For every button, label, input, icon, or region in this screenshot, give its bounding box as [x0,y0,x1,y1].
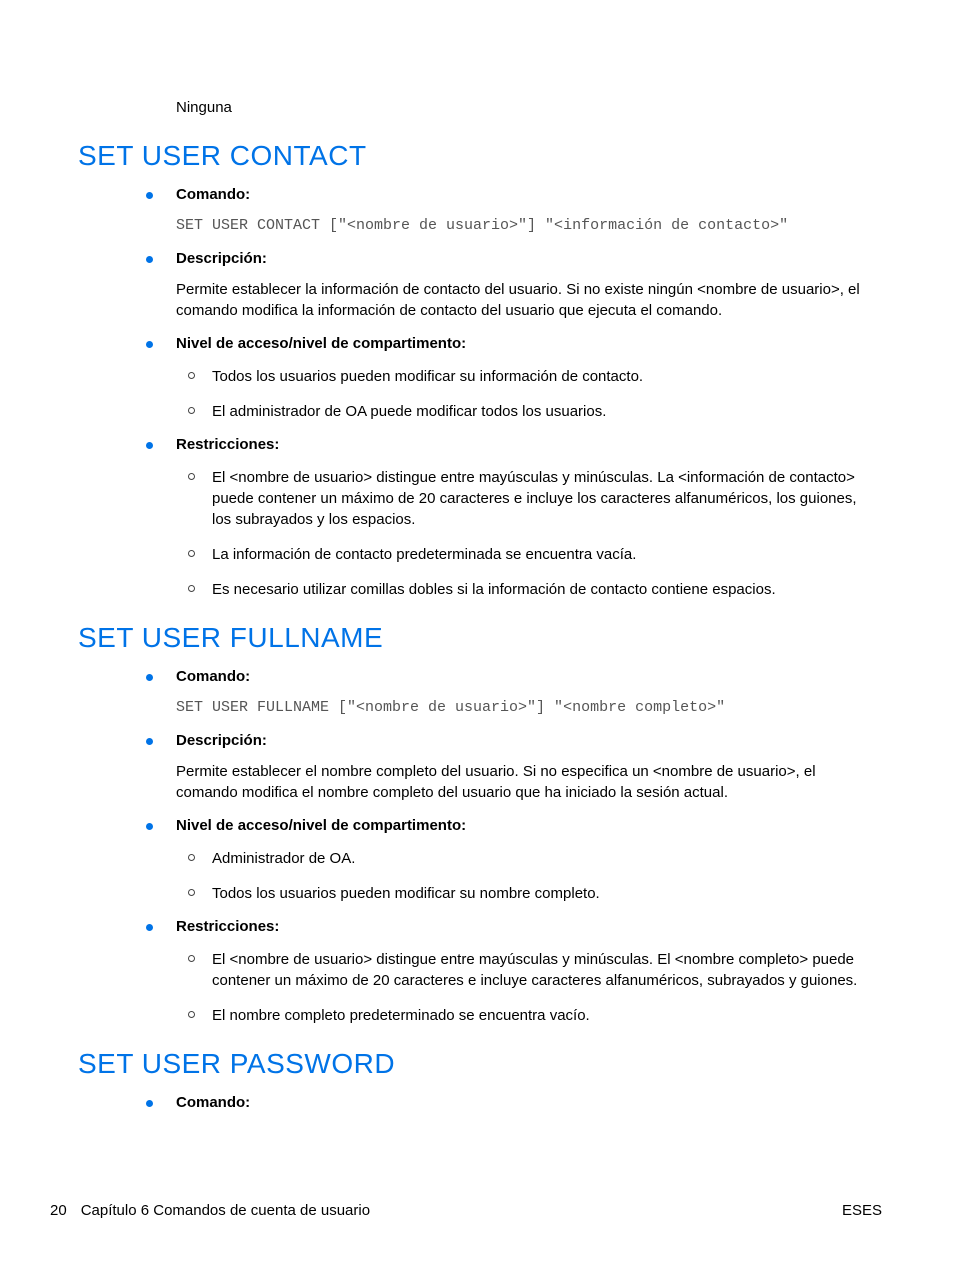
sub-item: Todos los usuarios pueden modificar su i… [212,366,876,387]
chapter-title: Capítulo 6 Comandos de cuenta de usuario [81,1202,370,1219]
page-footer: 20 Capítulo 6 Comandos de cuenta de usua… [50,1202,882,1219]
page: Ninguna SET USER CONTACT Comando: SET US… [0,0,954,1271]
code-block: SET USER CONTACT ["<nombre de usuario>"]… [176,215,876,236]
item-label: Restricciones: [176,436,876,453]
list-item: Nivel de acceso/nivel de compartimento: … [176,817,876,904]
sub-item: El administrador de OA puede modificar t… [212,401,876,422]
footer-lang: ESES [842,1202,882,1219]
section-title-set-user-contact: SET USER CONTACT [78,140,876,172]
sub-list: Todos los usuarios pueden modificar su i… [176,366,876,422]
list-item: Comando: SET USER FULLNAME ["<nombre de … [176,668,876,718]
footer-left: 20 Capítulo 6 Comandos de cuenta de usua… [50,1202,370,1219]
section-list: Comando: SET USER FULLNAME ["<nombre de … [78,668,876,1026]
list-item: Restricciones: El <nombre de usuario> di… [176,436,876,600]
list-item: Restricciones: El <nombre de usuario> di… [176,918,876,1026]
list-item: Nivel de acceso/nivel de compartimento: … [176,335,876,422]
sub-item: La información de contacto predeterminad… [212,544,876,565]
sub-item: Administrador de OA. [212,848,876,869]
item-body: Permite establecer la información de con… [176,279,876,321]
item-label: Descripción: [176,732,876,749]
item-label: Comando: [176,186,876,203]
sub-item: Todos los usuarios pueden modificar su n… [212,883,876,904]
section-list: Comando: [78,1094,876,1111]
section-list: Comando: SET USER CONTACT ["<nombre de u… [78,186,876,600]
item-label: Nivel de acceso/nivel de compartimento: [176,817,876,834]
page-number: 20 [50,1202,67,1219]
item-label: Comando: [176,668,876,685]
sub-item: El <nombre de usuario> distingue entre m… [212,949,876,991]
sub-item: El nombre completo predeterminado se enc… [212,1005,876,1026]
list-item: Descripción: Permite establecer el nombr… [176,732,876,803]
section-title-set-user-password: SET USER PASSWORD [78,1048,876,1080]
list-item: Comando: SET USER CONTACT ["<nombre de u… [176,186,876,236]
lead-in-text: Ninguna [176,98,876,118]
sub-item: Es necesario utilizar comillas dobles si… [212,579,876,600]
item-body: Permite establecer el nombre completo de… [176,761,876,803]
list-item: Comando: [176,1094,876,1111]
code-block: SET USER FULLNAME ["<nombre de usuario>"… [176,697,876,718]
list-item: Descripción: Permite establecer la infor… [176,250,876,321]
item-label: Nivel de acceso/nivel de compartimento: [176,335,876,352]
item-label: Descripción: [176,250,876,267]
section-title-set-user-fullname: SET USER FULLNAME [78,622,876,654]
sub-list: Administrador de OA. Todos los usuarios … [176,848,876,904]
item-label: Comando: [176,1094,876,1111]
sub-list: El <nombre de usuario> distingue entre m… [176,467,876,600]
sub-item: El <nombre de usuario> distingue entre m… [212,467,876,530]
item-label: Restricciones: [176,918,876,935]
sub-list: El <nombre de usuario> distingue entre m… [176,949,876,1026]
